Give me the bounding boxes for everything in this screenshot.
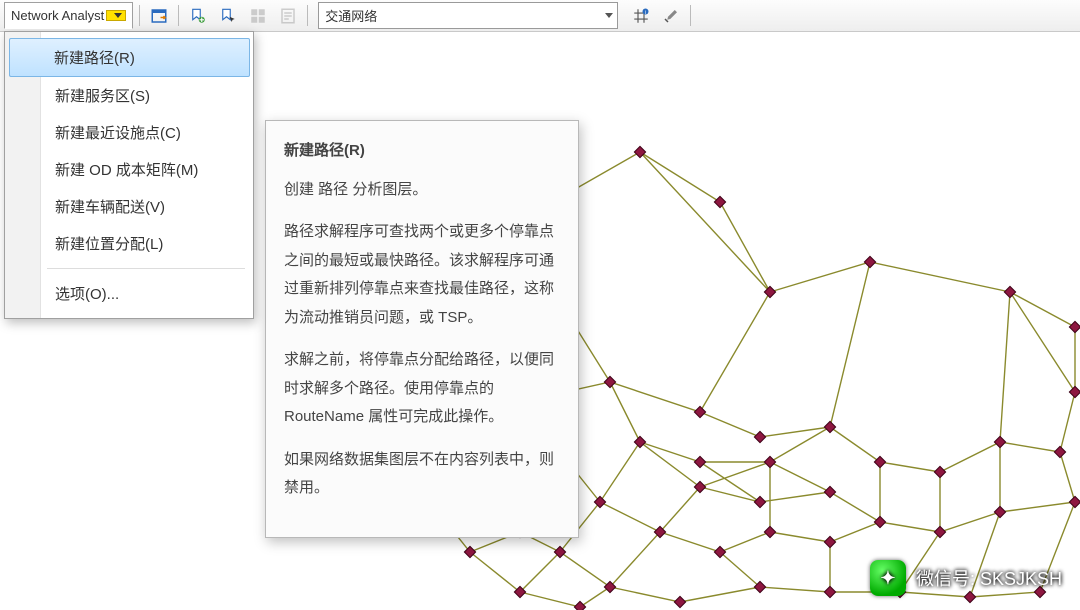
chevron-down-icon bbox=[106, 10, 126, 21]
tooltip-paragraph: 求解之前，将停靠点分配给路径，以便同时求解多个路径。使用停靠点的 RouteNa… bbox=[284, 346, 560, 432]
menu-item-label: 新建路径(R) bbox=[54, 50, 135, 67]
tooltip-title: 新建路径(R) bbox=[284, 137, 560, 166]
menu-item-new-service-area[interactable]: 新建服务区(S) bbox=[5, 77, 253, 114]
menu-item-label: 选项(O)... bbox=[55, 286, 119, 303]
watermark: ✦ 微信号: SKSJKSH bbox=[870, 560, 1062, 596]
separator bbox=[139, 5, 140, 26]
watermark-label: 微信号: SKSJKSH bbox=[916, 565, 1062, 591]
separator bbox=[690, 5, 691, 26]
menu-item-label: 新建车辆配送(V) bbox=[55, 199, 165, 216]
network-analyst-dropdown[interactable]: Network Analyst bbox=[4, 2, 133, 29]
chevron-down-icon bbox=[605, 13, 613, 18]
network-dataset-combo[interactable]: 交通网络 bbox=[318, 2, 618, 29]
menu-item-new-closest-facility[interactable]: 新建最近设施点(C) bbox=[5, 114, 253, 151]
menu-item-options[interactable]: 选项(O)... bbox=[5, 275, 253, 312]
create-network-location-button[interactable] bbox=[185, 2, 211, 29]
combo-value: 交通网络 bbox=[325, 6, 377, 25]
identify-network-button[interactable]: i bbox=[628, 2, 654, 29]
menu-item-label: 新建服务区(S) bbox=[55, 88, 150, 105]
build-network-button[interactable] bbox=[658, 2, 684, 29]
tooltip-paragraph: 如果网络数据集图层不在内容列表中，则禁用。 bbox=[284, 446, 560, 503]
directions-button bbox=[275, 2, 301, 29]
menu-item-label: 新建位置分配(L) bbox=[55, 236, 163, 253]
separator bbox=[307, 5, 308, 26]
toolbar: Network Analyst 交通网络 i bbox=[0, 0, 1080, 32]
menu-item-label: 新建最近设施点(C) bbox=[55, 125, 181, 142]
dropdown-label: Network Analyst bbox=[11, 8, 104, 23]
menu-item-new-location-allocation[interactable]: 新建位置分配(L) bbox=[5, 225, 253, 262]
svg-text:i: i bbox=[645, 9, 646, 15]
menu-separator bbox=[47, 268, 245, 269]
menu-item-label: 新建 OD 成本矩阵(M) bbox=[55, 162, 198, 179]
tooltip-paragraph: 路径求解程序可查找两个或更多个停靠点之间的最短或最快路径。该求解程序可通过重新排… bbox=[284, 218, 560, 332]
menu-item-new-od-matrix[interactable]: 新建 OD 成本矩阵(M) bbox=[5, 151, 253, 188]
menu-item-new-route[interactable]: 新建路径(R) bbox=[43, 38, 250, 77]
tooltip-panel: 新建路径(R) 创建 路径 分析图层。 路径求解程序可查找两个或更多个停靠点之间… bbox=[265, 120, 579, 538]
menu-item-new-vrp[interactable]: 新建车辆配送(V) bbox=[5, 188, 253, 225]
network-analyst-menu: 新建路径(R) 新建服务区(S) 新建最近设施点(C) 新建 OD 成本矩阵(M… bbox=[4, 31, 254, 319]
select-network-location-button[interactable] bbox=[215, 2, 241, 29]
tooltip-paragraph: 创建 路径 分析图层。 bbox=[284, 176, 560, 205]
na-window-button[interactable] bbox=[146, 2, 172, 29]
separator bbox=[178, 5, 179, 26]
solve-button bbox=[245, 2, 271, 29]
wechat-icon: ✦ bbox=[870, 560, 906, 596]
